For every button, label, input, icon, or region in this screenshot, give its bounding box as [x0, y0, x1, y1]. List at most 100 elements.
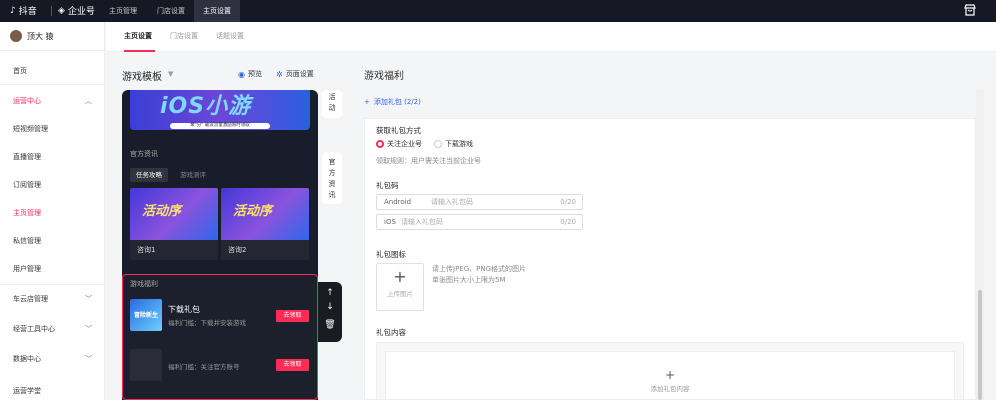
upload-image-button[interactable]: + 上传图片: [376, 263, 424, 311]
preview-label: 预览: [247, 70, 262, 78]
news-card-image: 活动序: [221, 188, 309, 240]
gift-thumbnail: [130, 349, 162, 381]
username: 顶大 猿: [27, 31, 54, 41]
section-title: 游戏福利: [364, 71, 404, 82]
gift-condition: 福利门槛：下载并安装游戏: [168, 319, 246, 327]
char-counter: 0/20: [560, 198, 576, 206]
chevron-down-icon: ﹀: [85, 325, 92, 333]
radio-dot-selected: [376, 140, 384, 148]
gift-title: 下载礼包: [168, 305, 200, 314]
sidebar-item-subscription[interactable]: 订阅管理: [0, 177, 104, 193]
sidebar-item-short-video[interactable]: 短视频管理: [0, 121, 104, 137]
radio-follow-account[interactable]: 关注企业号: [376, 139, 422, 149]
news-card-image-text: 活动序: [142, 204, 182, 219]
top-tab-store-settings[interactable]: 门店设置: [148, 0, 194, 22]
gear-icon: ✲: [276, 69, 283, 79]
top-tab-home-settings[interactable]: 主页设置: [194, 0, 240, 22]
gift-icon-label: 礼包图标: [376, 250, 406, 259]
preview-button[interactable]: ◉ 预览: [238, 69, 262, 79]
welfare-label: 游戏福利: [130, 280, 158, 288]
sidebar-item-label: 私信管理: [13, 237, 41, 245]
top-tab-home-manage[interactable]: 主页管理: [98, 0, 148, 22]
sidebar-item-operations-center[interactable]: 运营中心 ︿: [0, 93, 104, 109]
game-welfare-section[interactable]: 游戏福利 冒险新生 下载礼包 福利门槛：下载并安装游戏 去领取 福利门槛：关注官…: [122, 274, 318, 400]
platform-label: Android: [384, 198, 412, 206]
tab-store-settings[interactable]: 门店设置: [170, 31, 198, 41]
banner-image[interactable]: iOS小游 乘"分" 破浪流量激励限时领取: [130, 90, 310, 130]
sidebar-item-live[interactable]: 直播管理: [0, 149, 104, 165]
banner-caption: 乘"分" 破浪流量激励限时领取: [170, 123, 270, 129]
news-card-image: 活动序: [130, 188, 218, 240]
sidebar-item-messages[interactable]: 私信管理: [0, 233, 104, 249]
sidebar-item-homepage-manage[interactable]: 主页管理: [0, 205, 104, 221]
chevron-down-icon: ﹀: [85, 295, 92, 303]
news-card-title: 咨询1: [137, 246, 156, 254]
side-tab-label: 官方资讯: [328, 158, 336, 199]
eye-icon: ◉: [238, 69, 245, 79]
ios-code-input[interactable]: iOS 请输入礼包码 0/20: [376, 214, 583, 230]
template-selector[interactable]: 游戏模板: [122, 68, 162, 83]
android-code-input[interactable]: Android 请输入礼包码 0/20: [376, 194, 583, 210]
upload-label: 上传图片: [387, 290, 413, 298]
sidebar-item-car-store[interactable]: 车云店管理 ﹀: [0, 291, 104, 307]
radio-download-game[interactable]: 下载游戏: [434, 139, 473, 149]
claim-button[interactable]: 去领取: [276, 359, 309, 371]
sidebar-item-academy[interactable]: 运营学堂: [0, 383, 104, 399]
user-profile[interactable]: 顶大 猿: [10, 30, 54, 42]
chip-game-review[interactable]: 游戏测评: [174, 168, 212, 182]
radio-dot: [434, 140, 442, 148]
gift-content-label: 礼包内容: [376, 328, 406, 337]
sidebar-divider: [0, 50, 104, 51]
sidebar-divider: [0, 84, 104, 85]
radio-label: 下载游戏: [445, 140, 473, 148]
sidebar-item-home[interactable]: 首页: [0, 63, 104, 79]
side-tab-label: 活动: [328, 93, 336, 112]
news-card-image-text: 活动序: [233, 204, 273, 219]
top-bar: ♪ 抖音 ◈ 企业号 主页管理 门店设置 主页设置: [0, 0, 996, 22]
douyin-logo[interactable]: ♪ 抖音: [10, 4, 37, 18]
scrollbar-thumb[interactable]: [978, 290, 982, 400]
get-method-label: 获取礼包方式: [376, 126, 421, 135]
shop-icon[interactable]: [964, 4, 976, 16]
input-placeholder: 请输入礼包码: [431, 198, 473, 206]
avatar: [10, 30, 22, 42]
side-tab-activity[interactable]: 活动: [322, 90, 342, 118]
delete-icon[interactable]: 🗑: [318, 317, 342, 333]
brand-divider: [51, 6, 52, 16]
news-card[interactable]: 活动序 咨询2: [221, 188, 309, 260]
page-settings-button[interactable]: ✲ 页面设置: [276, 69, 314, 79]
add-gift-label: 添加礼包 (2/2): [373, 98, 421, 106]
sidebar-item-tools-center[interactable]: 经营工具中心 ﹀: [0, 321, 104, 337]
plus-icon: +: [664, 368, 676, 382]
sidebar-item-users[interactable]: 用户管理: [0, 261, 104, 277]
plus-icon: +: [393, 267, 407, 286]
side-tab-official-news[interactable]: 官方资讯: [322, 152, 342, 204]
radio-label: 关注企业号: [387, 140, 422, 148]
sidebar-item-label: 车云店管理: [13, 295, 48, 303]
upload-size-hint: 单张图片大小上限为5M: [432, 276, 506, 284]
char-counter: 0/20: [560, 218, 576, 226]
add-gift-content-button[interactable]: + 添加礼包内容: [385, 351, 955, 400]
chip-task-guide[interactable]: 任务攻略: [130, 168, 168, 182]
caret-down-icon[interactable]: ▼: [168, 70, 173, 78]
active-tab-indicator: [124, 50, 155, 52]
gift-code-label: 礼包码: [376, 181, 399, 190]
news-card[interactable]: 活动序 咨询1: [130, 188, 218, 260]
sidebar-item-data-center[interactable]: 数据中心 ﹀: [0, 351, 104, 367]
sidebar-item-label: 数据中心: [13, 355, 41, 363]
sidebar-item-label: 运营学堂: [13, 387, 41, 395]
enterprise-logo[interactable]: ◈ 企业号: [58, 4, 95, 18]
sidebar-item-label: 用户管理: [13, 265, 41, 273]
add-gift-button[interactable]: + 添加礼包 (2/2): [364, 97, 421, 107]
chevron-down-icon: ﹀: [85, 355, 92, 363]
claim-button[interactable]: 去领取: [276, 310, 309, 322]
claim-rule-text: 领取规则：用户需关注当前企业号: [376, 157, 481, 165]
sidebar-item-label: 经营工具中心: [13, 325, 55, 333]
enterprise-label: 企业号: [67, 7, 95, 17]
tab-topic-settings[interactable]: 话题设置: [216, 31, 244, 41]
tab-home-settings[interactable]: 主页设置: [124, 31, 152, 41]
sidebar-item-label: 运营中心: [13, 97, 41, 105]
sidebar-item-label: 短视频管理: [13, 125, 48, 133]
move-down-icon[interactable]: ↓: [318, 299, 342, 315]
sidebar-item-label: 首页: [13, 67, 27, 75]
